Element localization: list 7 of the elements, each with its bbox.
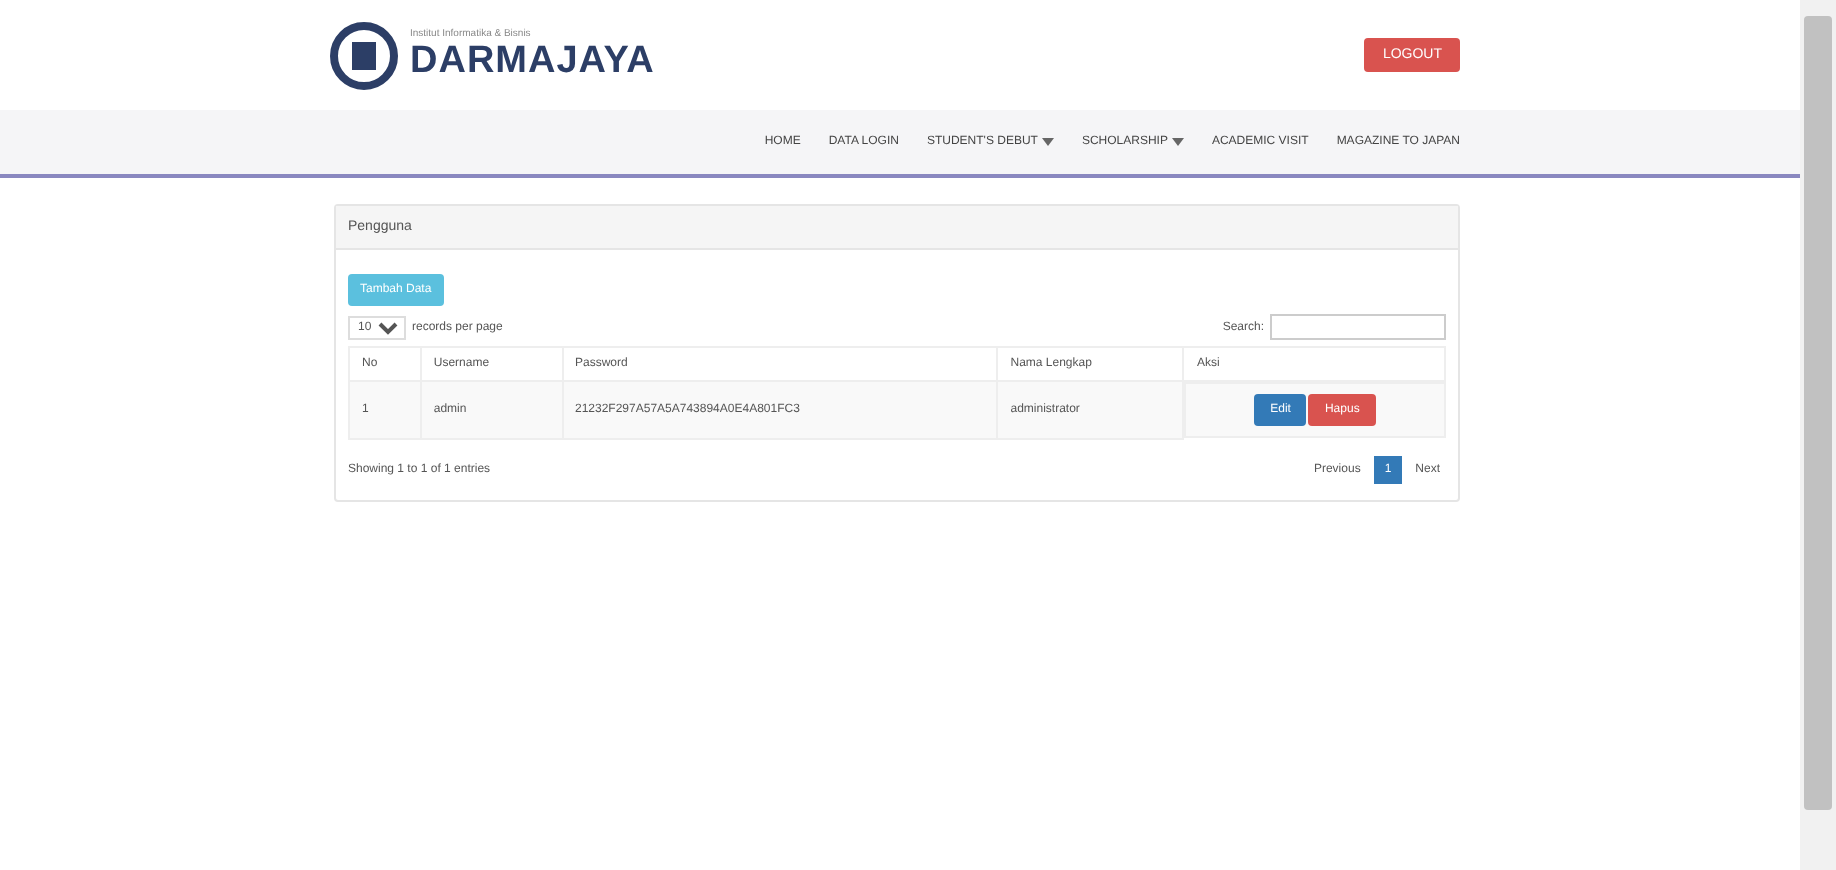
caret-icon — [1171, 138, 1184, 146]
brand-name: DARMAJAYA — [410, 39, 655, 83]
scrollbar-thumb[interactable] — [1804, 16, 1832, 810]
logo-icon — [330, 21, 398, 89]
caret-icon — [1041, 138, 1054, 146]
search-field[interactable] — [1270, 314, 1446, 340]
scrollbar[interactable] — [1800, 0, 1836, 870]
